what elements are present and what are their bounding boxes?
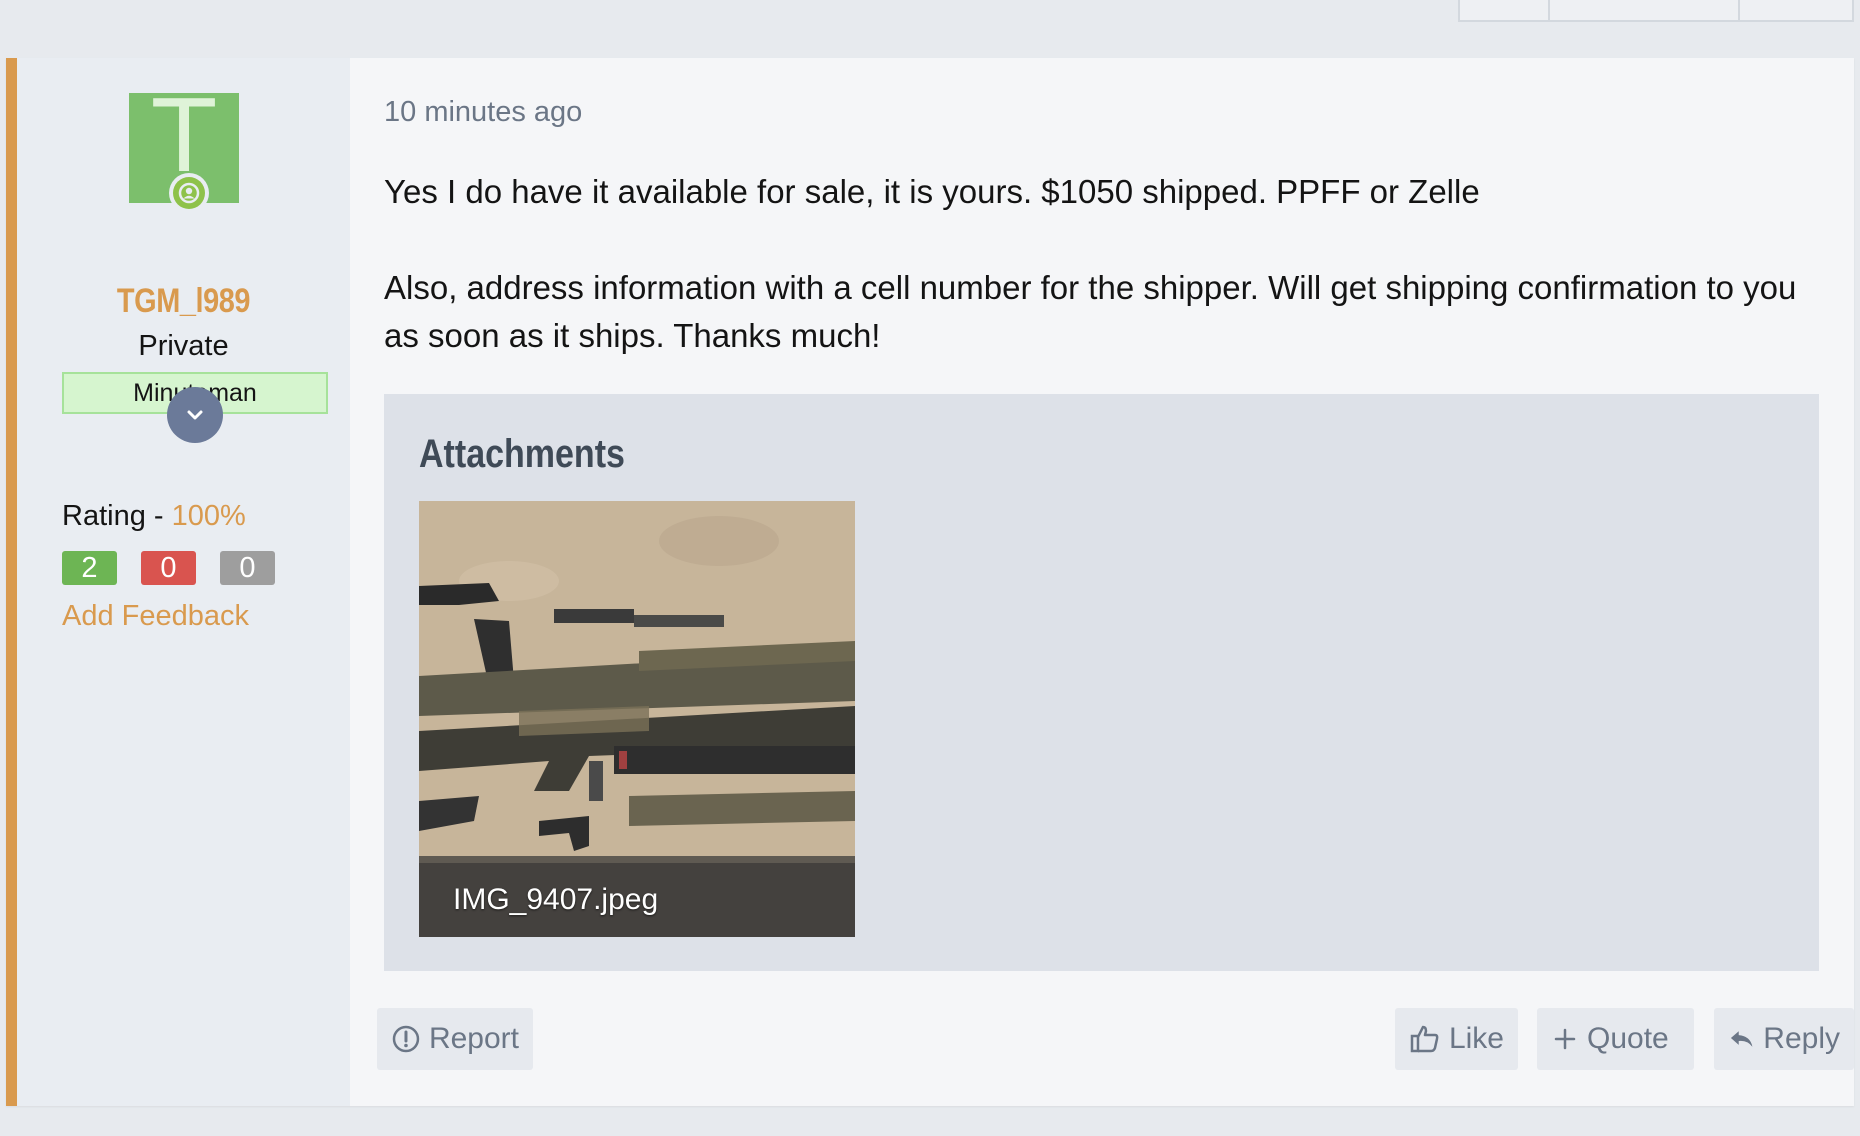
- plus-icon: [1554, 1028, 1576, 1050]
- top-tab-bar: [1458, 0, 1854, 22]
- quote-button[interactable]: Quote: [1537, 1008, 1694, 1070]
- reply-button[interactable]: Reply: [1714, 1008, 1854, 1070]
- username[interactable]: TGM_l989: [42, 282, 325, 321]
- forum-post: T TGM_l989 Private Minuteman Rating - 10…: [6, 58, 1854, 1106]
- post-accent-bar: [6, 58, 17, 1106]
- post-message: Yes I do have it available for sale, it …: [384, 168, 1824, 360]
- user-title: Private: [138, 330, 229, 362]
- reply-arrow-icon: [1730, 1031, 1753, 1047]
- add-feedback-link[interactable]: Add Feedback: [62, 600, 249, 633]
- positive-feedback-badge[interactable]: 2: [62, 551, 117, 585]
- post-timestamp[interactable]: 10 minutes ago: [384, 96, 582, 129]
- quote-label: Quote: [1587, 1022, 1669, 1055]
- attachments-title: Attachments: [419, 432, 625, 476]
- chevron-down-icon: [187, 410, 203, 420]
- thumbs-up-icon: [1410, 1025, 1439, 1053]
- rating-label: Rating -: [62, 500, 172, 532]
- top-tab[interactable]: [1740, 0, 1852, 20]
- expand-user-details-button[interactable]: [167, 387, 223, 443]
- user-info-panel: T TGM_l989 Private Minuteman Rating - 10…: [17, 58, 350, 1106]
- post-content: 10 minutes ago Yes I do have it availabl…: [350, 58, 1854, 1106]
- like-button[interactable]: Like: [1395, 1008, 1518, 1070]
- attachments-block: Attachments IMG_9407.jpeg: [384, 394, 1819, 971]
- alert-circle-icon: [392, 1025, 420, 1053]
- attachment-filename: IMG_9407.jpeg: [419, 863, 855, 937]
- message-paragraph: Also, address information with a cell nu…: [384, 269, 1797, 354]
- rating: Rating - 100%: [62, 500, 246, 533]
- message-paragraph: Yes I do have it available for sale, it …: [384, 173, 1480, 210]
- like-label: Like: [1448, 1022, 1504, 1055]
- reply-label: Reply: [1763, 1022, 1840, 1055]
- online-status-icon: [169, 173, 209, 213]
- top-tab[interactable]: [1460, 0, 1550, 20]
- negative-feedback-badge[interactable]: 0: [141, 551, 196, 585]
- neutral-feedback-badge[interactable]: 0: [220, 551, 275, 585]
- rating-value: 100%: [171, 500, 246, 532]
- report-label: Report: [428, 1022, 519, 1055]
- avatar-letter: T: [153, 78, 215, 195]
- top-tab[interactable]: [1550, 0, 1740, 20]
- attachment-thumbnail[interactable]: IMG_9407.jpeg: [419, 501, 855, 937]
- report-button[interactable]: Report: [377, 1008, 533, 1070]
